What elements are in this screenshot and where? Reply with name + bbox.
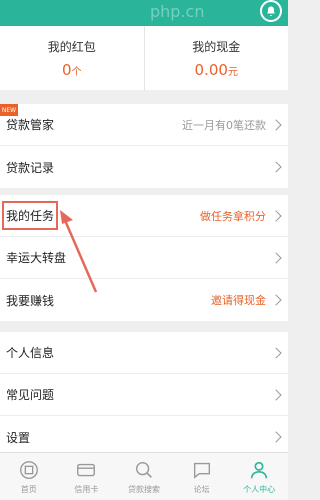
menu-item-hint: 近一月有0笔还款 [182, 118, 266, 132]
menu-item-label: 个人信息 [6, 346, 55, 360]
chevron-right-icon [270, 251, 282, 264]
chevron-right-icon [270, 294, 282, 306]
tab-credit-card[interactable]: 信用卡 [58, 453, 116, 500]
chevron-right-icon [270, 118, 282, 131]
tab-label: 个人中心 [243, 484, 276, 494]
tab-personal-center[interactable]: 个人中心 [230, 453, 288, 500]
tab-label: 论坛 [193, 484, 210, 494]
menu-item-loan-manager[interactable]: NEW 贷款管家 近一月有0笔还款 [0, 104, 288, 146]
chevron-right-icon [270, 388, 282, 401]
bell-icon[interactable] [260, 0, 282, 22]
menu-item-lucky-wheel[interactable]: 幸运大转盘 [0, 237, 288, 279]
tab-forum[interactable]: 论坛 [173, 453, 231, 500]
menu-item-hint: 做任务拿积分 [200, 209, 266, 223]
cash-value: 0.00元 [194, 60, 238, 79]
menu-item-loan-records[interactable]: 贷款记录 [0, 146, 288, 188]
menu-item-label: 幸运大转盘 [6, 251, 67, 265]
cash-title: 我的现金 [192, 39, 241, 54]
new-badge: NEW [0, 104, 18, 116]
menu-item-my-tasks[interactable]: 我的任务 做任务拿积分 [0, 195, 288, 237]
tab-home[interactable]: 首页 [0, 453, 58, 500]
bottom-tab-bar: 首页 信用卡 贷款搜索 论坛 个人中心 [0, 452, 288, 500]
tab-label: 首页 [20, 484, 37, 494]
menu-item-label: 贷款管家 [6, 118, 55, 132]
chevron-right-icon [270, 209, 282, 222]
tab-label: 贷款搜索 [127, 484, 160, 494]
menu-item-earn-money[interactable]: 我要赚钱 邀请得现金 [0, 279, 288, 321]
menu-item-personal-info[interactable]: 个人信息 [0, 332, 288, 374]
chevron-right-icon [270, 161, 282, 173]
home-icon [18, 459, 40, 481]
header-bar: php.cn [0, 0, 288, 26]
loan-group: NEW 贷款管家 近一月有0笔还款 贷款记录 [0, 104, 288, 188]
tab-label: 信用卡 [74, 484, 99, 494]
credit-card-icon [75, 459, 97, 481]
red-packet-stat[interactable]: 我的红包 0个 [0, 26, 144, 90]
tab-loan-search[interactable]: 贷款搜索 [115, 453, 173, 500]
settings-group: 个人信息 常见问题 设置 [0, 332, 288, 458]
chevron-right-icon [270, 346, 282, 359]
forum-icon [191, 459, 213, 481]
menu-item-label: 我的任务 [6, 209, 55, 223]
search-icon [133, 459, 155, 481]
chevron-right-icon [270, 431, 282, 443]
person-icon [248, 459, 270, 481]
watermark: php.cn [150, 2, 205, 21]
menu-item-faq[interactable]: 常见问题 [0, 374, 288, 416]
wallet-summary: 我的红包 0个 我的现金 0.00元 [0, 26, 288, 90]
cash-stat[interactable]: 我的现金 0.00元 [143, 26, 289, 90]
earn-group: 我的任务 做任务拿积分 幸运大转盘 我要赚钱 邀请得现金 [0, 195, 288, 321]
menu-item-label: 常见问题 [6, 388, 55, 402]
menu-item-label: 设置 [6, 430, 31, 445]
red-packet-title: 我的红包 [47, 39, 96, 54]
red-packet-value: 0个 [61, 60, 82, 79]
menu-item-label: 我要赚钱 [6, 293, 55, 308]
menu-item-hint: 邀请得现金 [211, 294, 266, 307]
menu-item-label: 贷款记录 [6, 160, 55, 175]
